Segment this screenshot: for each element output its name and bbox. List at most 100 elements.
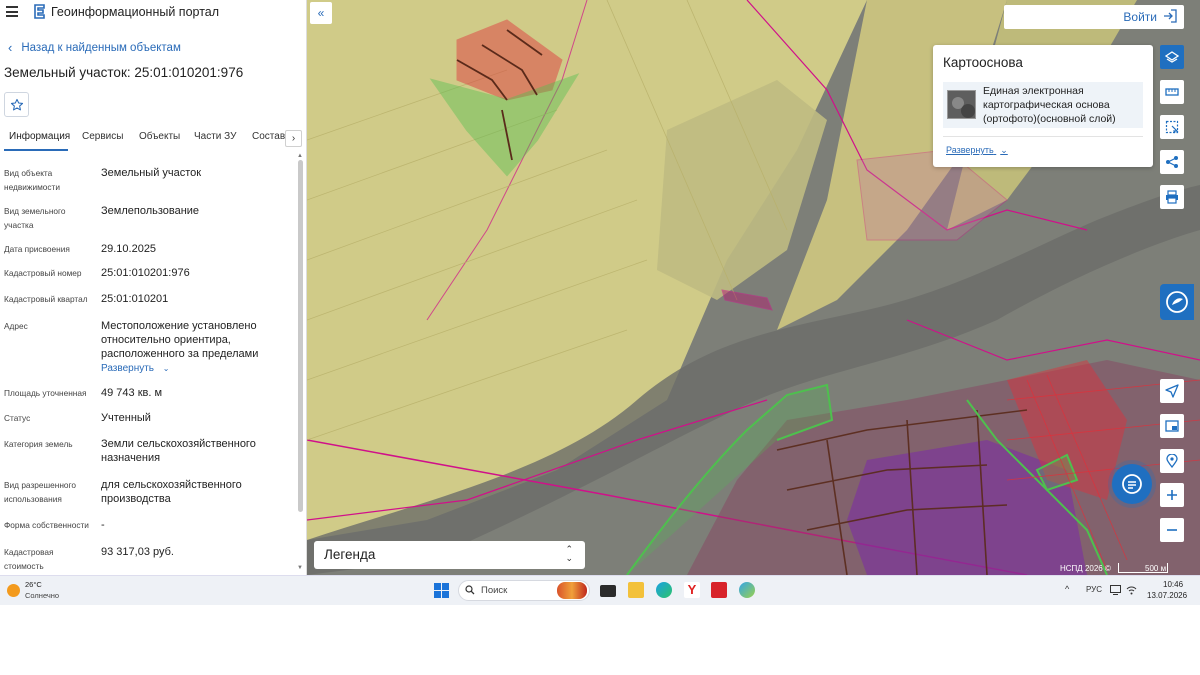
select-area-icon (1165, 120, 1179, 134)
info-value: - (101, 519, 105, 531)
locate-button[interactable] (1160, 379, 1184, 403)
tab-services[interactable]: Сервисы (82, 131, 123, 142)
info-label: Кадастровый квартал (4, 294, 88, 304)
info-label: Площадь уточненная (4, 388, 87, 398)
file-explorer-icon[interactable] (628, 582, 644, 598)
edge-browser-icon[interactable] (656, 582, 672, 598)
task-view-icon[interactable] (600, 585, 616, 597)
double-chevron-left-icon: « (317, 6, 325, 20)
info-label: Форма собственности (4, 520, 89, 530)
taskbar-search[interactable]: Поиск (458, 580, 590, 601)
monitor-icon[interactable] (1110, 585, 1121, 595)
info-label: Категория земель (4, 439, 73, 449)
info-value: Учтенный (101, 412, 151, 424)
clock-date[interactable]: 13.07.2026 (1147, 591, 1187, 600)
info-tabs: Информация Сервисы Объекты Части ЗУ Сост… (0, 128, 306, 152)
map-scale-label: 500 м (1145, 564, 1167, 573)
basemap-expand-link[interactable]: Развернуть ⌄ (946, 145, 1008, 156)
info-label: Вид объекта недвижимости (4, 168, 60, 192)
geolocation-icon (1166, 454, 1178, 468)
app-icon[interactable] (739, 582, 755, 598)
portal-logo-icon (34, 4, 45, 19)
info-value: 93 317,03 руб. (101, 546, 174, 558)
weather-description[interactable]: Солнечно (25, 591, 59, 600)
info-value: 25:01:010201:976 (101, 267, 190, 279)
ruler-icon (1165, 88, 1179, 96)
chevron-left-icon: ‹ (8, 40, 13, 55)
chevron-down-icon: ⌄ (1000, 145, 1008, 155)
hamburger-icon[interactable] (6, 6, 18, 17)
tab-information[interactable]: Информация (9, 131, 70, 142)
login-button[interactable]: Войти (1004, 5, 1184, 29)
panel-scrollbar[interactable] (298, 160, 303, 512)
favorite-button[interactable] (4, 92, 29, 117)
info-label: Адрес (4, 321, 28, 331)
legend-button[interactable]: Легенда ⌃ ⌄ (314, 541, 585, 569)
login-label: Войти (1123, 10, 1157, 24)
info-value: 49 743 кв. м (101, 387, 163, 399)
info-value: Землепользование (101, 205, 200, 217)
map-copyright: НСПД 2026 © (1060, 564, 1111, 573)
info-value: для сельскохозяйственного производства (101, 479, 242, 505)
expand-label: Развернуть (946, 145, 994, 155)
info-label: Вид разрешенного использования (4, 480, 76, 504)
search-placeholder: Поиск (481, 585, 508, 596)
chat-button[interactable] (1112, 464, 1152, 504)
wps-office-icon[interactable] (711, 582, 727, 598)
tabs-next-button[interactable]: › (285, 130, 302, 147)
basemap-layer-item[interactable]: Единая электронная картографическая осно… (943, 82, 1143, 128)
app-header: Геоинформационный портал (0, 0, 306, 26)
info-label: Вид земельного участка (4, 206, 66, 230)
basemap-panel: Картооснова Единая электронная картограф… (933, 45, 1153, 167)
tab-parts[interactable]: Части ЗУ (194, 131, 236, 142)
info-label: Дата присвоения (4, 244, 70, 254)
help-button[interactable] (1160, 284, 1194, 320)
clock-time[interactable]: 10:46 (1163, 580, 1183, 589)
ruler-button[interactable] (1160, 80, 1184, 104)
minimap-button[interactable] (1160, 414, 1184, 438)
info-value: 25:01:010201 (101, 293, 169, 305)
info-label: Кадастровый номер (4, 268, 82, 278)
chevron-up-icon[interactable]: ^ (1065, 584, 1069, 594)
zoom-out-button[interactable] (1160, 518, 1184, 542)
geolocation-button[interactable] (1160, 449, 1184, 473)
back-to-results-link[interactable]: ‹ Назад к найденным объектам (8, 40, 181, 55)
tab-objects[interactable]: Объекты (139, 131, 180, 142)
plus-icon (1167, 490, 1177, 500)
weather-temperature[interactable]: 26°C (25, 580, 42, 589)
select-area-button[interactable] (1160, 115, 1184, 139)
input-language[interactable]: РУС (1086, 585, 1102, 594)
yandex-browser-icon[interactable]: Y (684, 582, 700, 598)
scroll-up-arrow-icon[interactable]: ▲ (297, 153, 303, 159)
collapse-panel-button[interactable]: « (310, 2, 332, 24)
search-highlight-icon (557, 582, 587, 599)
windows-start-icon[interactable] (434, 583, 449, 598)
info-value: Земельный участок (101, 167, 202, 179)
chat-bubble-icon (1122, 474, 1142, 494)
portal-name: Геоинформационный портал (51, 5, 220, 19)
expand-label: Развернуть (101, 363, 155, 374)
layers-button[interactable] (1160, 45, 1184, 69)
help-chat-icon (1166, 291, 1188, 313)
basemap-title: Картооснова (943, 55, 1023, 70)
info-value: Земли сельскохозяйственного назначения (101, 438, 256, 464)
windows-taskbar: 26°C Солнечно Поиск Y ^ РУС 10:46 13.07.… (0, 575, 1200, 605)
share-button[interactable] (1160, 150, 1184, 174)
search-icon (465, 585, 475, 595)
active-tab-indicator (4, 149, 68, 151)
print-button[interactable] (1160, 185, 1184, 209)
sign-in-icon (1164, 9, 1177, 23)
object-info-panel: Геоинформационный портал ‹ Назад к найде… (0, 0, 307, 575)
page-title: Земельный участок: 25:01:010201:976 (4, 65, 244, 80)
minus-icon (1167, 529, 1177, 531)
address-expand-link[interactable]: Развернуть ⌄ (101, 363, 170, 374)
star-icon (10, 98, 23, 110)
network-icon[interactable] (1126, 585, 1137, 595)
address-value: Местоположение установлено относительно … (101, 320, 259, 360)
zoom-in-button[interactable] (1160, 483, 1184, 507)
info-label: Статус (4, 413, 31, 423)
sun-icon[interactable] (7, 584, 20, 597)
basemap-layer-name: Единая электронная картографическая осно… (983, 85, 1116, 125)
scroll-down-arrow-icon[interactable]: ▼ (297, 565, 303, 571)
tab-composition[interactable]: Состав (252, 131, 285, 142)
